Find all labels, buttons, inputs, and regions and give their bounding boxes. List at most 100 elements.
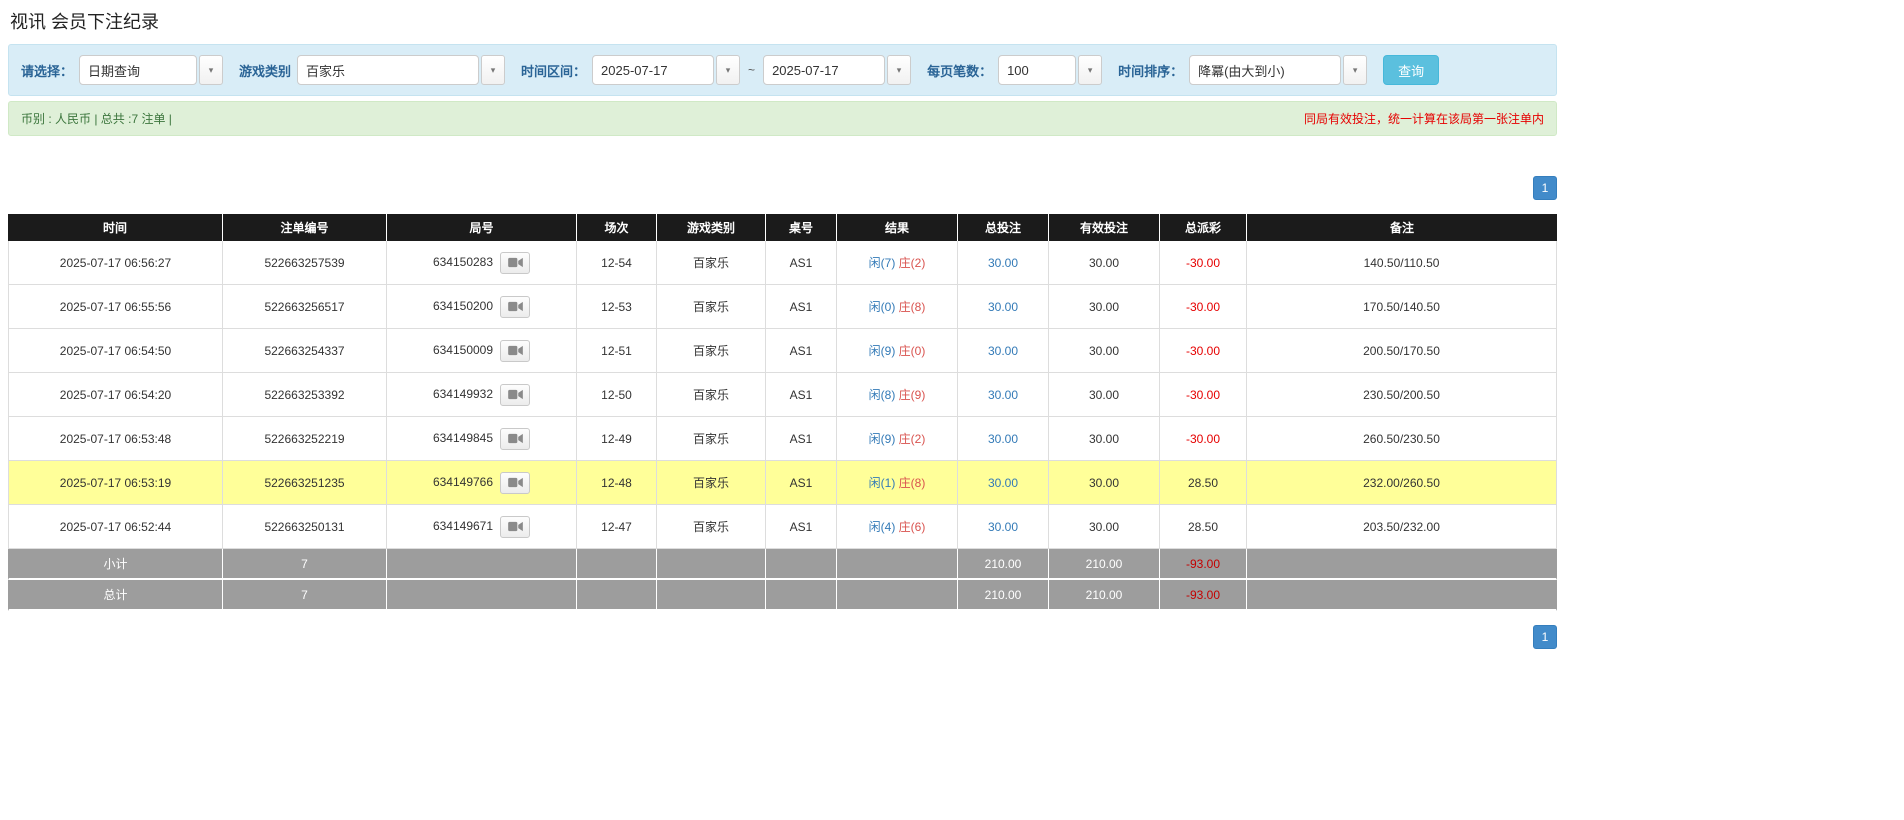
table-no-cell: AS1	[766, 241, 837, 285]
session-cell: 12-49	[577, 417, 657, 461]
subtotal-payout: -93.00	[1160, 549, 1247, 580]
remark-cell: 232.00/260.50	[1247, 461, 1557, 505]
total-bet-cell: 30.00	[958, 505, 1049, 549]
col-header-bet-id: 注单编号	[223, 214, 387, 241]
valid-bet-cell: 30.00	[1049, 285, 1160, 329]
empty-cell	[387, 549, 577, 580]
result-cell: 闲(4) 庄(6)	[837, 505, 958, 549]
valid-bet-cell: 30.00	[1049, 505, 1160, 549]
total-bet-link[interactable]: 30.00	[988, 256, 1018, 270]
table-no-cell: AS1	[766, 417, 837, 461]
page-content: 视讯 会员下注纪录 请选择： ▾ 游戏类别 ▾ 时间区间： ▾ ~ ▾ 每页笔数…	[8, 0, 1557, 649]
col-header-time: 时间	[8, 214, 223, 241]
table-row: 2025-07-17 06:52:44 522663250131 6341496…	[8, 505, 1557, 549]
total-bet-link[interactable]: 30.00	[988, 476, 1018, 490]
search-button[interactable]: 查询	[1383, 55, 1439, 85]
table-header-row: 时间 注单编号 局号 场次 游戏类别 桌号 结果 总投注 有效投注 总派彩 备注	[8, 214, 1557, 241]
video-replay-button[interactable]	[500, 340, 530, 362]
sort-dropdown-button[interactable]: ▾	[1343, 55, 1367, 85]
col-header-remark: 备注	[1247, 214, 1557, 241]
grand-total-row: 总计 7 210.00 210.00 -93.00	[8, 580, 1557, 611]
date-to-dropdown-button[interactable]: ▾	[887, 55, 911, 85]
page-size-label: 每页笔数：	[927, 61, 992, 80]
col-header-session: 场次	[577, 214, 657, 241]
page-size-input[interactable]	[998, 55, 1076, 85]
game-type-cell: 百家乐	[657, 373, 766, 417]
banker-result: 庄(2)	[899, 432, 926, 446]
video-replay-button[interactable]	[500, 428, 530, 450]
round-id-text: 634149932	[433, 387, 493, 401]
empty-cell	[387, 580, 577, 611]
grand-total-total-bet: 210.00	[958, 580, 1049, 611]
empty-cell	[657, 580, 766, 611]
game-type-cell: 百家乐	[657, 329, 766, 373]
banker-result: 庄(9)	[899, 388, 926, 402]
table-no-cell: AS1	[766, 285, 837, 329]
col-header-round-id: 局号	[387, 214, 577, 241]
total-bet-link[interactable]: 30.00	[988, 432, 1018, 446]
caret-down-icon: ▾	[897, 65, 902, 76]
pagination-page-button[interactable]: 1	[1533, 176, 1557, 200]
summary-body: 小计 7 210.00 210.00 -93.00 总计 7	[8, 549, 1557, 611]
total-bet-link[interactable]: 30.00	[988, 344, 1018, 358]
date-from-select: ▾	[592, 55, 740, 85]
caret-down-icon: ▾	[726, 65, 731, 76]
total-bet-cell: 30.00	[958, 285, 1049, 329]
player-result: 闲(9)	[869, 344, 896, 358]
video-replay-button[interactable]	[500, 252, 530, 274]
round-id-cell: 634149766	[387, 461, 577, 505]
game-type-dropdown-button[interactable]: ▾	[481, 55, 505, 85]
total-bet-cell: 30.00	[958, 461, 1049, 505]
time-cell: 2025-07-17 06:56:27	[8, 241, 223, 285]
game-type-select: ▾	[297, 55, 505, 85]
page-size-select: ▾	[998, 55, 1102, 85]
remark-cell: 203.50/232.00	[1247, 505, 1557, 549]
sort-input[interactable]	[1189, 55, 1341, 85]
query-type-input[interactable]	[79, 55, 197, 85]
info-bar: 币别 : 人民币 | 总共 :7 注单 | 同局有效投注，统一计算在该局第一张注…	[8, 101, 1557, 136]
game-type-cell: 百家乐	[657, 417, 766, 461]
total-bet-link[interactable]: 30.00	[988, 520, 1018, 534]
subtotal-count: 7	[223, 549, 387, 580]
date-range-separator: ~	[748, 63, 755, 77]
total-bet-link[interactable]: 30.00	[988, 388, 1018, 402]
total-bet-cell: 30.00	[958, 329, 1049, 373]
video-replay-button[interactable]	[500, 472, 530, 494]
player-result: 闲(7)	[869, 256, 896, 270]
game-type-input[interactable]	[297, 55, 479, 85]
valid-bet-cell: 30.00	[1049, 461, 1160, 505]
empty-cell	[577, 549, 657, 580]
empty-cell	[766, 549, 837, 580]
page-size-dropdown-button[interactable]: ▾	[1078, 55, 1102, 85]
col-header-game-type: 游戏类别	[657, 214, 766, 241]
remark-cell: 260.50/230.50	[1247, 417, 1557, 461]
video-camera-icon	[508, 345, 523, 356]
notice-text: 同局有效投注，统一计算在该局第一张注单内	[1304, 110, 1544, 127]
video-replay-button[interactable]	[500, 296, 530, 318]
banker-result: 庄(8)	[899, 476, 926, 490]
query-type-dropdown-button[interactable]: ▾	[199, 55, 223, 85]
time-cell: 2025-07-17 06:54:50	[8, 329, 223, 373]
date-from-input[interactable]	[592, 55, 714, 85]
total-bet-cell: 30.00	[958, 373, 1049, 417]
query-type-select: ▾	[79, 55, 223, 85]
banker-result: 庄(2)	[899, 256, 926, 270]
result-cell: 闲(0) 庄(8)	[837, 285, 958, 329]
payout-cell: -30.00	[1160, 285, 1247, 329]
col-header-valid-bet: 有效投注	[1049, 214, 1160, 241]
total-bet-cell: 30.00	[958, 241, 1049, 285]
date-from-dropdown-button[interactable]: ▾	[716, 55, 740, 85]
video-replay-button[interactable]	[500, 516, 530, 538]
date-to-input[interactable]	[763, 55, 885, 85]
payout-cell: 28.50	[1160, 505, 1247, 549]
grand-total-valid-bet: 210.00	[1049, 580, 1160, 611]
game-type-label: 游戏类别	[239, 61, 291, 80]
video-replay-button[interactable]	[500, 384, 530, 406]
round-id-cell: 634150009	[387, 329, 577, 373]
player-result: 闲(8)	[869, 388, 896, 402]
video-camera-icon	[508, 301, 523, 312]
session-cell: 12-47	[577, 505, 657, 549]
total-bet-link[interactable]: 30.00	[988, 300, 1018, 314]
empty-cell	[1247, 580, 1557, 611]
pagination-page-button[interactable]: 1	[1533, 625, 1557, 649]
